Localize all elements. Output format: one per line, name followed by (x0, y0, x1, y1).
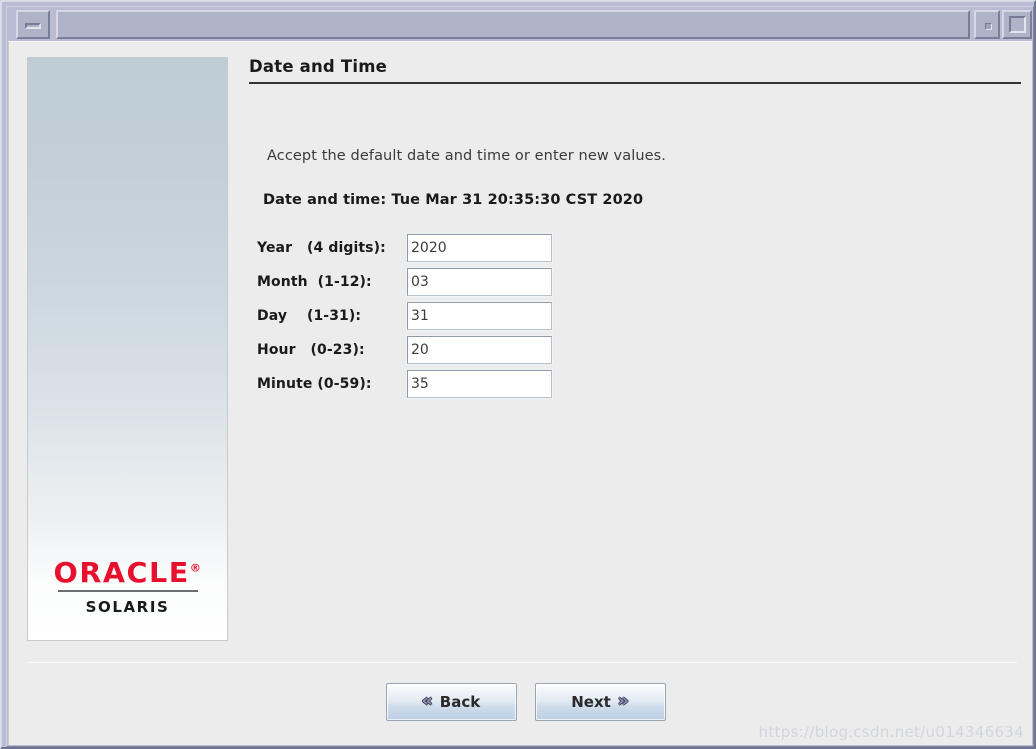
maximize-button[interactable] (1002, 10, 1032, 39)
wizard-button-bar: « Back Next » (9, 672, 1033, 732)
month-label: Month (1-12): (257, 274, 372, 290)
instruction-text: Accept the default date and time or ente… (267, 148, 667, 164)
current-datetime-label: Date and time: Tue Mar 31 20:35:30 CST 2… (263, 192, 644, 208)
field-row-year: Year (4 digits): (257, 233, 1020, 263)
field-row-minute: Minute (0-59): (257, 369, 1020, 399)
content-pane: Date and Time Accept the default date an… (249, 57, 1021, 641)
hour-input[interactable] (406, 335, 553, 365)
restore-button[interactable] (974, 10, 1000, 39)
minimize-button[interactable] (16, 10, 50, 39)
page-title-rule (249, 82, 1021, 84)
year-label: Year (4 digits): (257, 240, 386, 256)
minute-label: Minute (0-59): (257, 376, 372, 392)
client-area: ORACLE® SOLARIS Date and Time Accept the… (8, 41, 1032, 745)
next-button[interactable]: Next » (534, 683, 666, 721)
restore-icon (985, 23, 992, 30)
branding-sidebar: ORACLE® SOLARIS (27, 57, 228, 641)
month-input[interactable] (406, 267, 553, 297)
next-button-label: Next (571, 693, 611, 711)
hour-label: Hour (0-23): (257, 342, 365, 358)
field-row-day: Day (1-31): (257, 301, 1020, 331)
back-button-label: Back (439, 693, 481, 711)
title-bar (8, 8, 1032, 39)
day-label: Day (1-31): (257, 308, 362, 324)
footer-divider (27, 662, 1017, 663)
minimize-icon (25, 23, 41, 29)
year-input[interactable] (406, 233, 553, 263)
chevron-right-icon: » (617, 690, 629, 711)
solaris-wordmark: SOLARIS (85, 598, 170, 616)
oracle-wordmark: ORACLE® (54, 559, 201, 587)
minute-input[interactable] (406, 369, 553, 399)
back-button[interactable]: « Back (385, 683, 517, 721)
chevron-left-icon: « (421, 690, 433, 711)
application-window: ORACLE® SOLARIS Date and Time Accept the… (0, 0, 1036, 749)
field-row-month: Month (1-12): (257, 267, 1020, 297)
window-title-drag-area[interactable] (56, 10, 970, 39)
maximize-icon (1009, 16, 1026, 33)
datetime-form: Year (4 digits): Month (1-12): Day (1-31… (249, 233, 1020, 399)
registered-trademark-icon: ® (190, 561, 202, 575)
page-title: Date and Time (249, 57, 387, 76)
logo-divider (57, 590, 198, 592)
day-input[interactable] (406, 301, 553, 331)
oracle-solaris-logo: ORACLE® SOLARIS (28, 559, 227, 617)
oracle-wordmark-text: ORACLE (53, 556, 191, 589)
field-row-hour: Hour (0-23): (257, 335, 1020, 365)
